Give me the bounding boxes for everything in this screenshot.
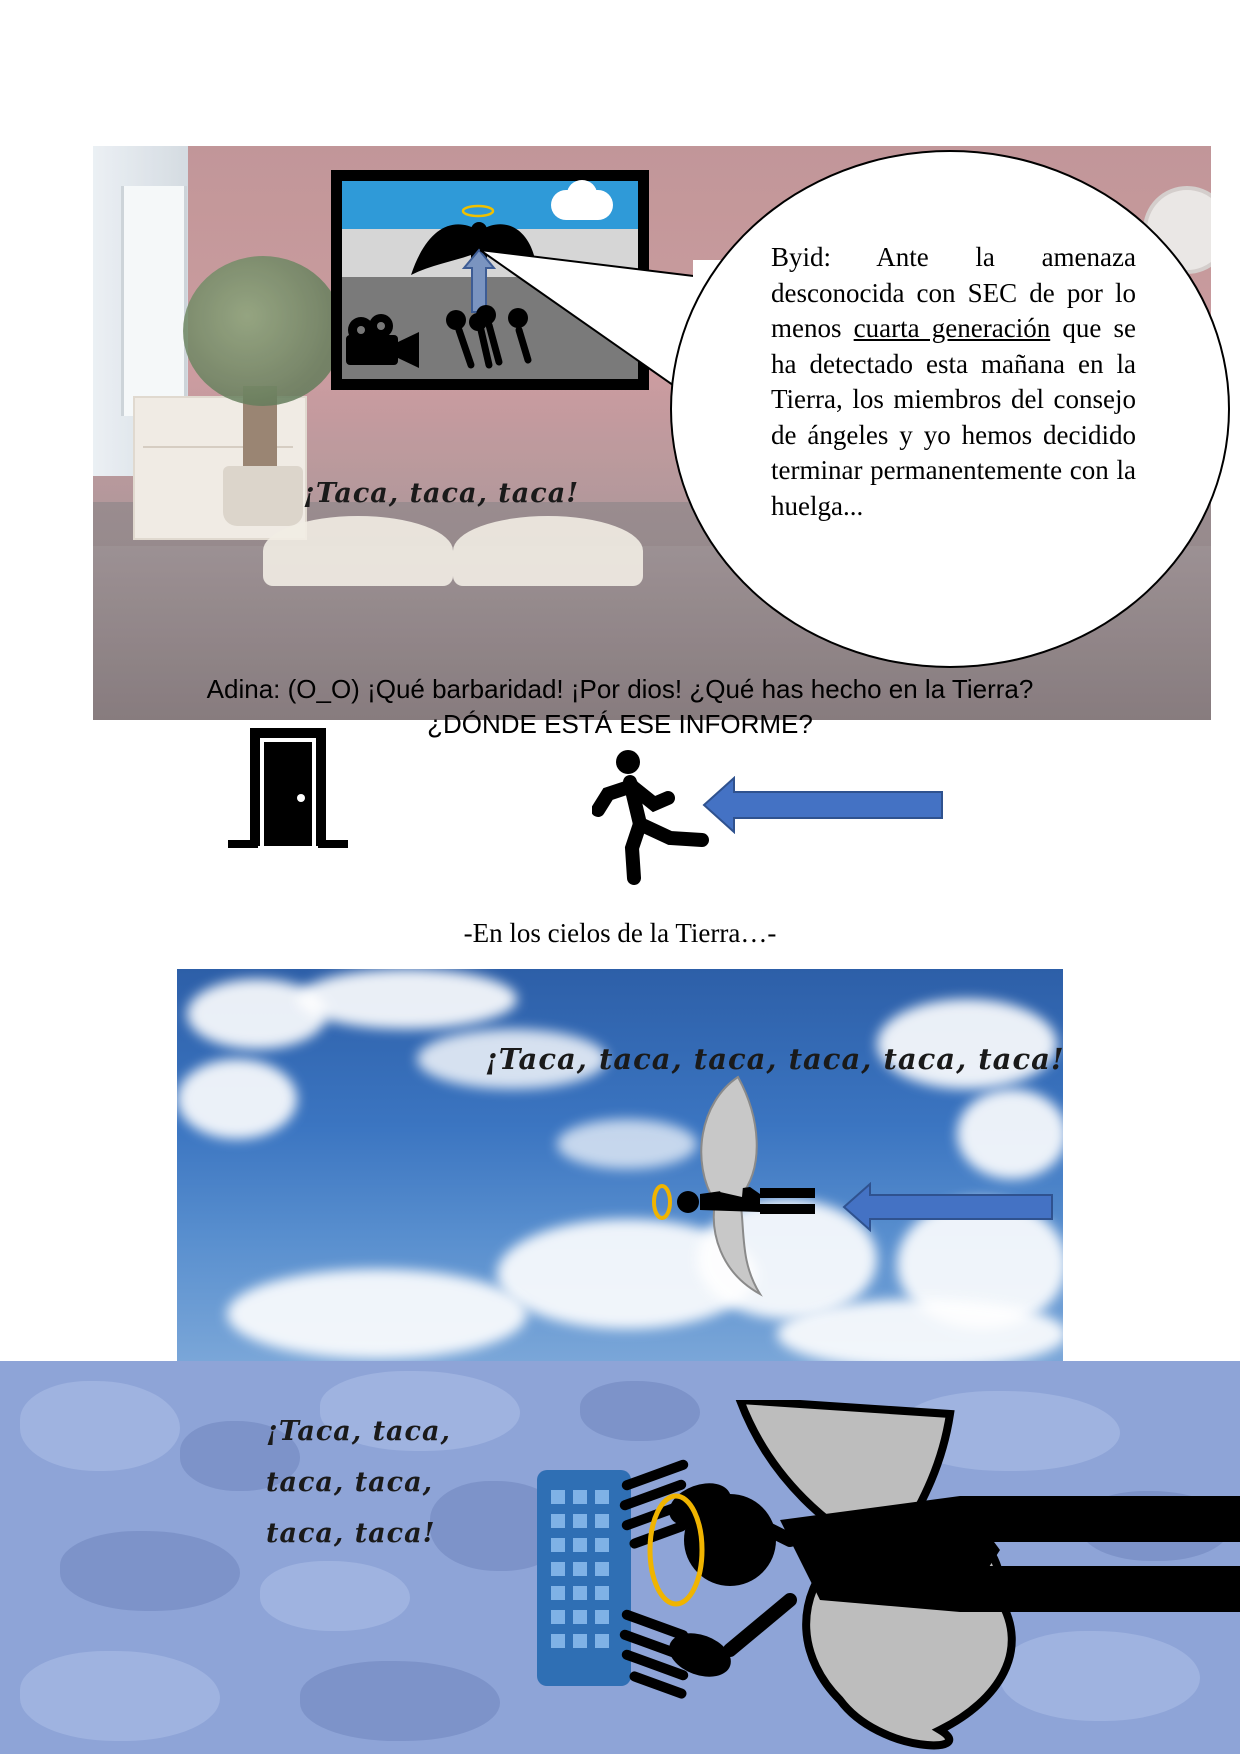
sound-effect-line: taca, taca! [266, 1518, 436, 1549]
door-icon [228, 728, 348, 848]
running-person-icon [592, 750, 709, 885]
arrow-left-icon [842, 1182, 1053, 1232]
dialogue: Adina: (O_O) ¡Qué barbaridad! ¡Por dios!… [0, 672, 1240, 742]
movie-camera-icon [346, 314, 419, 368]
dialogue-line: ¿DÓNDE ESTÁ ESE INFORME? [427, 709, 813, 739]
sound-effect: ¡Taca, taca, taca, taca, taca, taca! [485, 1042, 1065, 1076]
scene-caption: -En los cielos de la Tierra…- [463, 918, 777, 948]
sound-effect: ¡Taca, taca, taca! [303, 478, 580, 509]
halo-icon [652, 1184, 672, 1220]
speech-underlined-text: cuarta generación [853, 313, 1051, 343]
dialogue-line: Adina: (O_O) ¡Qué barbaridad! ¡Por dios!… [206, 674, 1034, 704]
sound-effect-line: ¡Taca, taca, [266, 1416, 451, 1447]
sound-effect-line: taca, taca, [266, 1467, 434, 1498]
angel-icon [619, 1400, 1240, 1750]
arrow-left-icon [702, 776, 943, 834]
sound-effect: ¡Taca, taca, taca, taca, taca, taca! [266, 1406, 451, 1559]
sky-panel [177, 969, 1063, 1361]
hand-icon [619, 1609, 731, 1699]
winged-angel-icon [652, 1075, 815, 1297]
halo-icon [461, 204, 495, 218]
speech-text-continued: que se ha detectado esta mañana en la Ti… [771, 313, 1136, 521]
speech-bubble-text: Byid: Ante la amenaza desconocida con SE… [771, 240, 1136, 524]
